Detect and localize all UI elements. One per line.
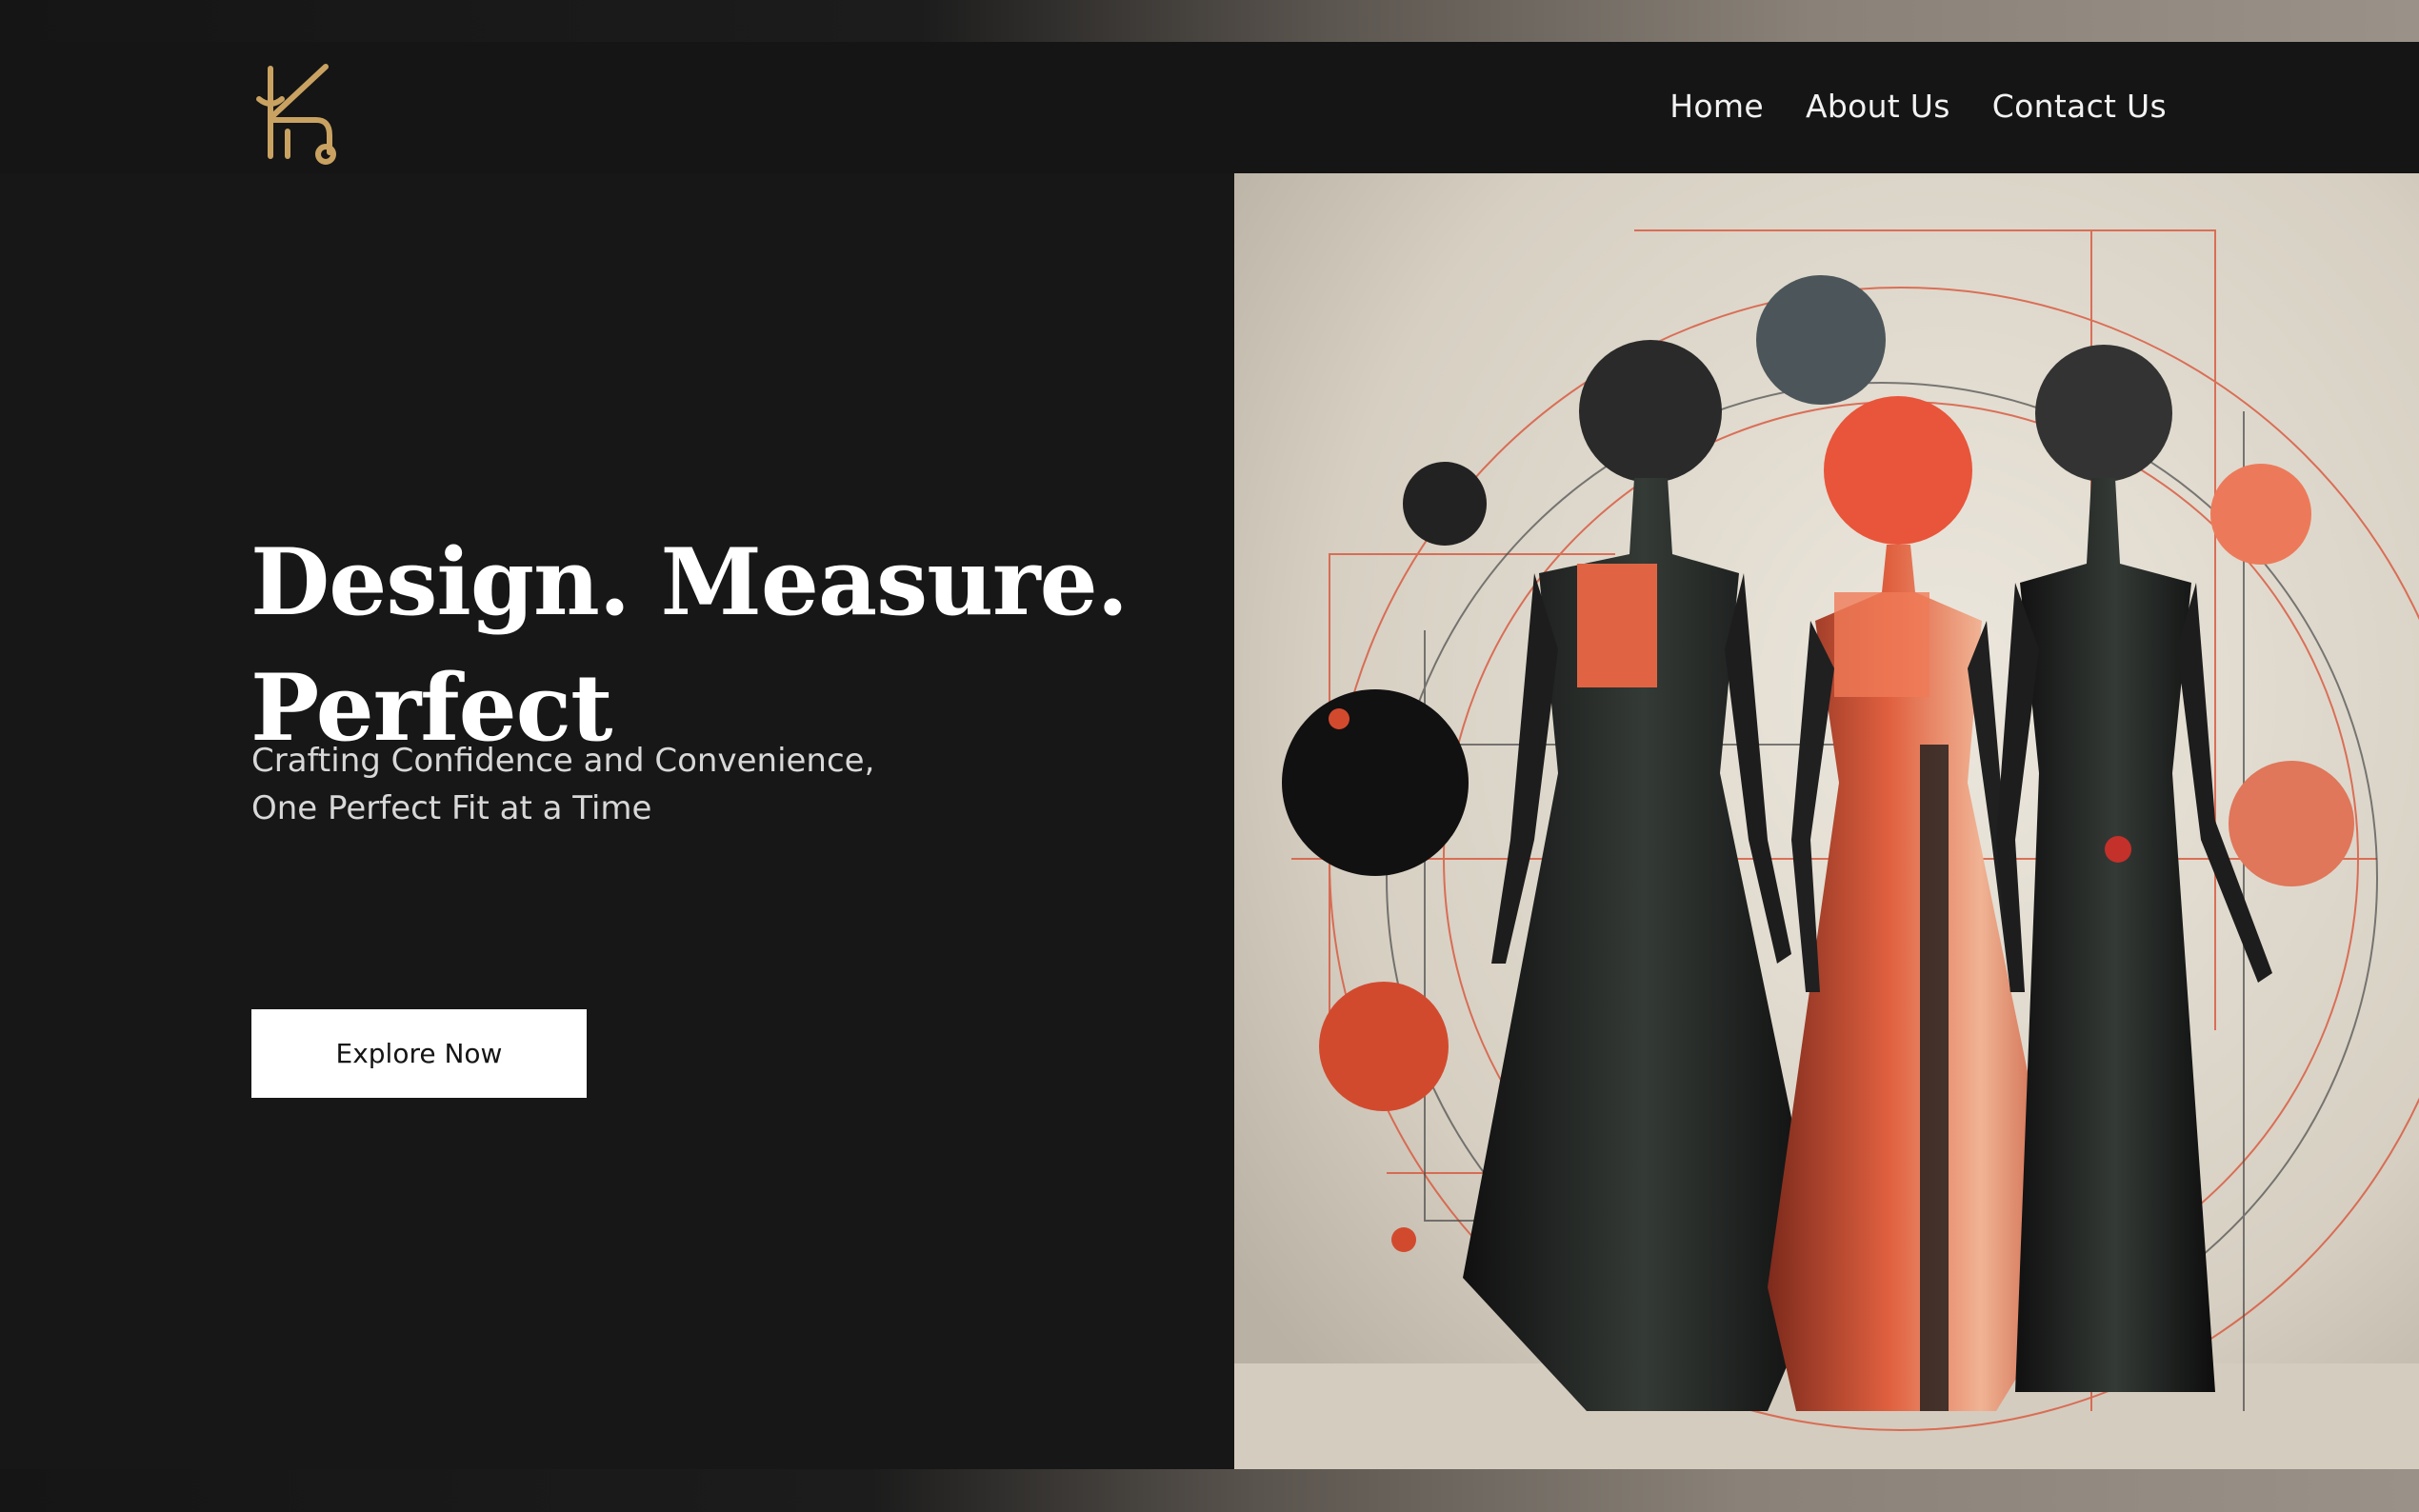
page-frame: Home About Us Contact Us Design. Measure… xyxy=(0,42,2419,1469)
browser-bottom-strip xyxy=(0,1469,2419,1512)
site-header: Home About Us Contact Us xyxy=(0,42,2419,173)
main-nav: Home About Us Contact Us xyxy=(1669,88,2167,125)
explore-now-button[interactable]: Explore Now xyxy=(251,1009,587,1098)
hero-headline: Design. Measure. Perfect xyxy=(250,520,1129,771)
nav-contact-us[interactable]: Contact Us xyxy=(1992,88,2167,125)
browser-top-strip xyxy=(0,0,2419,42)
headline-line-1: Design. Measure. xyxy=(250,528,1129,636)
hero-mannequin-artwork xyxy=(1234,173,2419,1469)
subtitle-line-2: One Perfect Fit at a Time xyxy=(251,789,652,827)
hero-subtitle: Crafting Confidence and Convenience, One… xyxy=(251,737,874,832)
k-monogram-logo-icon[interactable] xyxy=(250,61,341,168)
nav-about-us[interactable]: About Us xyxy=(1806,88,1950,125)
mannequin-illustration xyxy=(1234,173,2419,1469)
nav-home[interactable]: Home xyxy=(1669,88,1764,125)
subtitle-line-1: Crafting Confidence and Convenience, xyxy=(251,742,875,780)
